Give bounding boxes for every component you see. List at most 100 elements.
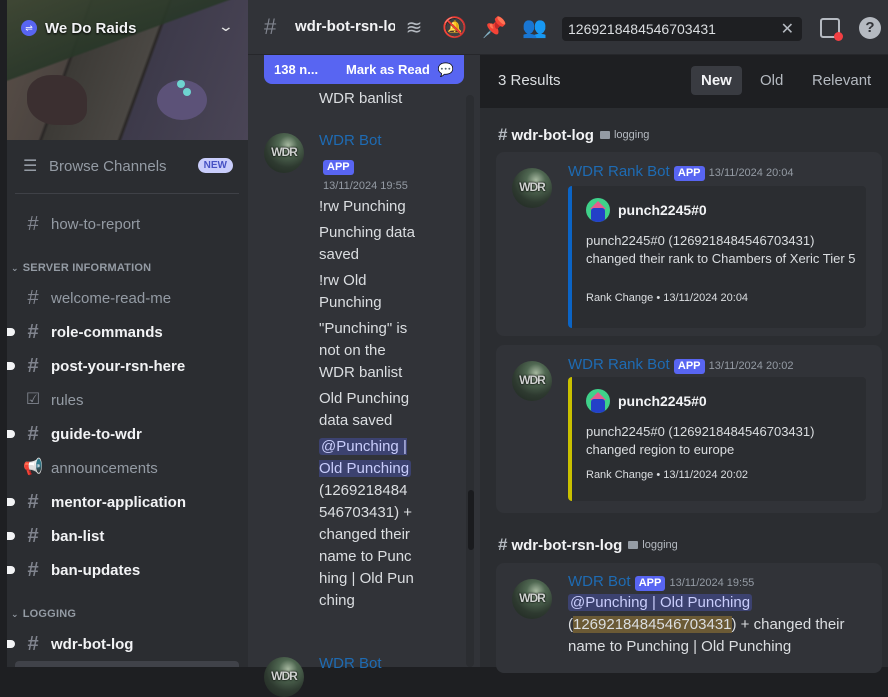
inbox-icon[interactable] bbox=[820, 18, 843, 41]
server-boost-icon: ⇌ bbox=[21, 20, 37, 36]
channel-ban-list[interactable]: # ban-list bbox=[7, 520, 239, 552]
hash-icon: # bbox=[27, 355, 39, 377]
channel-guide-to-wdr[interactable]: # guide-to-wdr bbox=[7, 418, 239, 450]
avatar-text: WDR bbox=[519, 591, 546, 605]
channel-label: welcome-read-me bbox=[51, 289, 172, 307]
channel-welcome-read-me[interactable]: # welcome-read-me bbox=[15, 282, 239, 314]
channel-title: wdr-bot-rsn-log bbox=[295, 18, 395, 35]
previous-message-tail: WDR banlist bbox=[319, 90, 403, 107]
avatar-text: WDR bbox=[519, 180, 546, 194]
search-result[interactable]: WDR WDR Bot APP 13/11/2024 19:55 @Punchi… bbox=[496, 563, 882, 673]
folder-icon bbox=[599, 131, 610, 139]
pin-icon[interactable]: 📌 bbox=[482, 16, 507, 40]
result-message-text: @Punching | Old Punching (12692184845467… bbox=[568, 592, 868, 658]
results-count: 3 Results bbox=[498, 72, 561, 89]
browse-channels[interactable]: ☰ Browse Channels NEW bbox=[15, 150, 239, 182]
chevron-down-icon: ⌄ bbox=[11, 262, 19, 273]
threads-icon[interactable]: ≋ bbox=[402, 16, 426, 40]
result-category-name: logging bbox=[613, 129, 650, 141]
channel-wdr-bot-log[interactable]: # wdr-bot-log bbox=[7, 628, 239, 660]
search-result[interactable]: WDR WDR Rank Bot APP 13/11/2024 20:04 pu… bbox=[496, 152, 882, 336]
sort-relevant-button[interactable]: Relevant bbox=[802, 66, 881, 95]
discord-app: ⇌ We Do Raids ⌄ ☰ Browse Channels NEW # … bbox=[0, 0, 888, 697]
new-messages-count[interactable]: 138 n... bbox=[274, 62, 318, 77]
chevron-down-icon[interactable]: ⌄ bbox=[218, 18, 234, 35]
server-header[interactable]: ⇌ We Do Raids ⌄ bbox=[7, 12, 248, 44]
message-line: @Punching | Old Punching (12692184845467… bbox=[319, 436, 415, 612]
message-author[interactable]: WDR Rank Bot bbox=[568, 356, 670, 373]
bot-avatar[interactable]: WDR bbox=[512, 168, 552, 208]
channel-label: mentor-application bbox=[51, 493, 187, 511]
unread-indicator bbox=[7, 566, 15, 574]
message-timestamp: 13/11/2024 19:55 bbox=[669, 577, 755, 589]
message-author[interactable]: WDR Bot bbox=[319, 132, 382, 149]
rules-icon: ☑ bbox=[25, 391, 41, 408]
channel-mentor-application[interactable]: # mentor-application bbox=[7, 486, 239, 518]
locked-hash-icon: # bbox=[27, 525, 39, 547]
message-line: !rw Punching bbox=[319, 198, 406, 215]
result-group-header[interactable]: # wdr-bot-log logging bbox=[498, 125, 649, 145]
bot-avatar[interactable]: WDR bbox=[264, 657, 304, 697]
embed-description: punch2245#0 (1269218484546703431) change… bbox=[586, 233, 856, 266]
message-line: Punching data saved bbox=[319, 224, 415, 263]
chat-scrollbar-thumb[interactable] bbox=[468, 490, 474, 550]
bot-avatar[interactable]: WDR bbox=[512, 361, 552, 401]
app-badge: APP bbox=[673, 166, 705, 181]
help-icon[interactable]: ? bbox=[859, 17, 881, 39]
result-author-row: WDR Rank Bot APP 13/11/2024 20:02 bbox=[568, 356, 794, 374]
user-mention[interactable]: @Punching | Old Punching bbox=[319, 438, 412, 477]
bot-avatar[interactable]: WDR bbox=[264, 133, 304, 173]
channel-label: wdr-bot-log bbox=[51, 635, 134, 653]
result-group-header[interactable]: # wdr-bot-rsn-log logging bbox=[498, 535, 678, 555]
result-author-row: WDR Rank Bot APP 13/11/2024 20:04 bbox=[568, 163, 794, 181]
embed-footer: Rank Change • 13/11/2024 20:04 bbox=[586, 292, 749, 304]
result-category-name: logging bbox=[642, 539, 678, 551]
locked-hash-icon: # bbox=[27, 491, 39, 513]
channel-sidebar: ⇌ We Do Raids ⌄ ☰ Browse Channels NEW # … bbox=[7, 0, 248, 667]
selected-channel-row[interactable] bbox=[15, 661, 239, 667]
search-input[interactable]: 1269218484546703431 ✕ bbox=[562, 17, 802, 41]
channel-rules[interactable]: ☑ rules bbox=[15, 384, 239, 416]
server-name: We Do Raids bbox=[45, 19, 137, 37]
new-messages-bar[interactable]: 138 n... Mark as Read 💬 bbox=[264, 55, 464, 84]
browse-channels-icon: ☰ bbox=[23, 158, 38, 175]
message-author[interactable]: WDR Rank Bot bbox=[568, 163, 670, 180]
mark-as-read-button[interactable]: Mark as Read bbox=[346, 62, 430, 77]
embed-author: punch2245#0 bbox=[586, 389, 707, 413]
channel-label: ban-list bbox=[51, 527, 105, 545]
sort-new-button[interactable]: New bbox=[691, 66, 742, 95]
sort-old-button[interactable]: Old bbox=[750, 66, 793, 95]
message-author[interactable]: WDR Bot bbox=[568, 573, 631, 590]
mute-bell-icon[interactable]: 🔕 bbox=[442, 16, 467, 40]
member-list-icon[interactable]: 👥 bbox=[522, 16, 547, 40]
channel-post-your-rsn-here[interactable]: # post-your-rsn-here bbox=[7, 350, 239, 382]
search-result[interactable]: WDR WDR Rank Bot APP 13/11/2024 20:02 pu… bbox=[496, 345, 882, 513]
channel-announcements[interactable]: 📢 announcements bbox=[15, 452, 239, 484]
result-channel-name: wdr-bot-log bbox=[511, 126, 594, 144]
locked-announcement-icon: 📢 bbox=[23, 459, 43, 476]
embed: punch2245#0 punch2245#0 (126921848454670… bbox=[568, 186, 866, 328]
category-label: LOGGING bbox=[22, 608, 77, 620]
chat-scrollbar-track[interactable] bbox=[466, 95, 474, 667]
locked-hash-icon: # bbox=[498, 535, 508, 554]
category-logging[interactable]: ⌄ LOGGING bbox=[11, 608, 76, 620]
embed-author-name: punch2245#0 bbox=[618, 202, 707, 218]
avatar-text: WDR bbox=[271, 145, 298, 159]
user-mention[interactable]: @Punching | Old Punching bbox=[568, 594, 753, 611]
channel-label: post-your-rsn-here bbox=[51, 357, 186, 375]
unread-indicator bbox=[7, 640, 15, 648]
hash-icon: # bbox=[27, 287, 39, 309]
unread-indicator bbox=[7, 328, 15, 336]
hash-icon: # bbox=[27, 213, 39, 235]
embed-description: punch2245#0 (1269218484546703431) change… bbox=[586, 424, 815, 457]
channel-role-commands[interactable]: # role-commands bbox=[7, 316, 239, 348]
channel-ban-updates[interactable]: # ban-updates bbox=[7, 554, 239, 586]
browse-channels-label: Browse Channels bbox=[49, 157, 167, 175]
bot-avatar[interactable]: WDR bbox=[512, 579, 552, 619]
avatar-text: WDR bbox=[271, 669, 298, 683]
channel-how-to-report[interactable]: # how-to-report bbox=[15, 208, 239, 240]
message-author[interactable]: WDR Bot bbox=[319, 655, 382, 672]
clear-search-icon[interactable]: ✕ bbox=[781, 19, 794, 39]
category-server-information[interactable]: ⌄ SERVER INFORMATION bbox=[11, 262, 151, 274]
locked-hash-icon: # bbox=[264, 14, 277, 39]
